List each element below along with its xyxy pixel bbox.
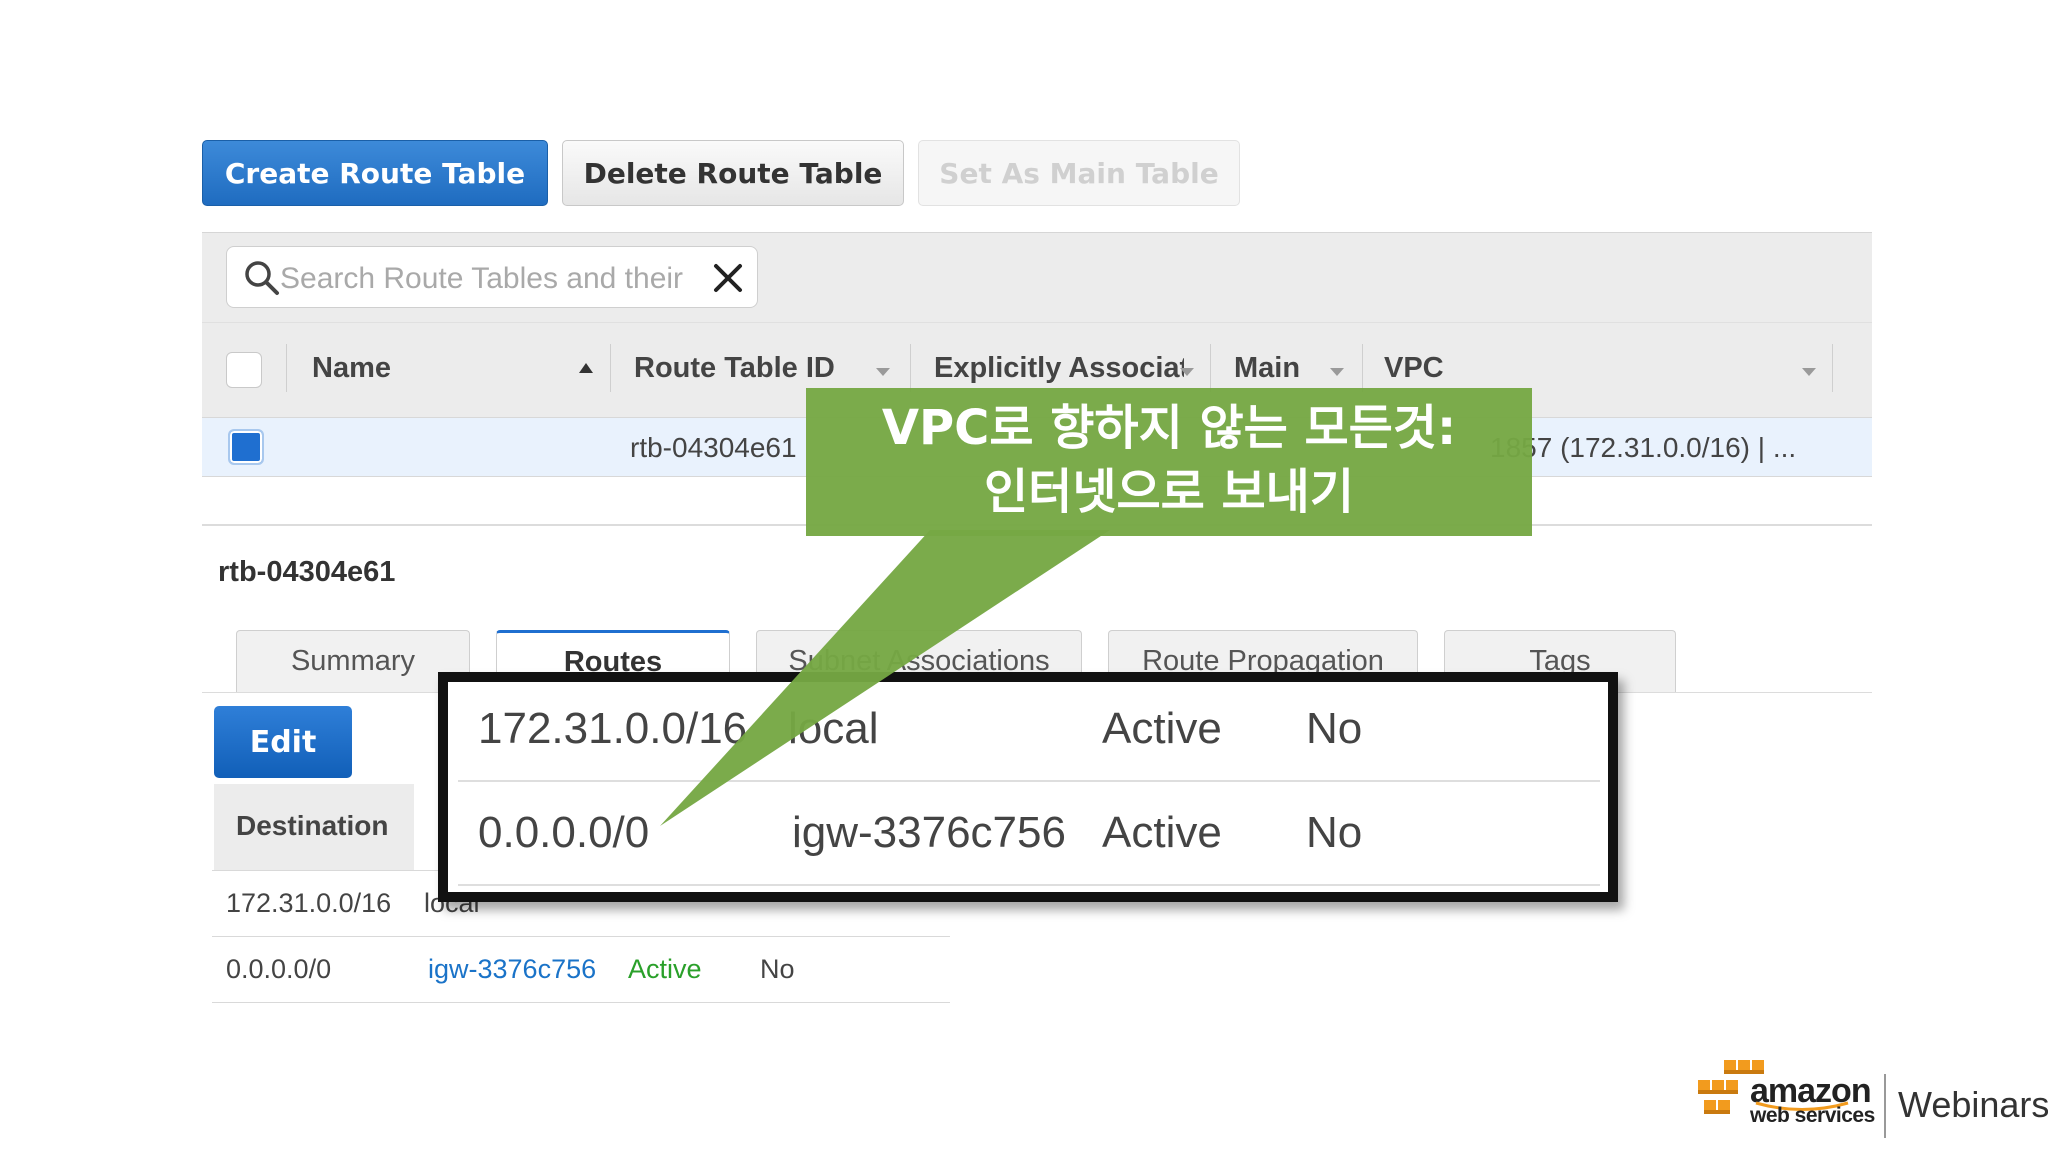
callout-line-2: 인터넷으로 보내기 [984,464,1354,520]
logo-separator [1884,1074,1886,1138]
logo-webinars-text: Webinars [1898,1084,2048,1125]
logo-webservices-text: web services [1750,1104,1875,1127]
callout-line-1: VPC로 향하지 않는 모든것: [881,400,1457,456]
callout-pointer [660,530,1110,826]
callout-text: VPC로 향하지 않는 모든것: 인터넷으로 보내기 [806,396,1532,524]
